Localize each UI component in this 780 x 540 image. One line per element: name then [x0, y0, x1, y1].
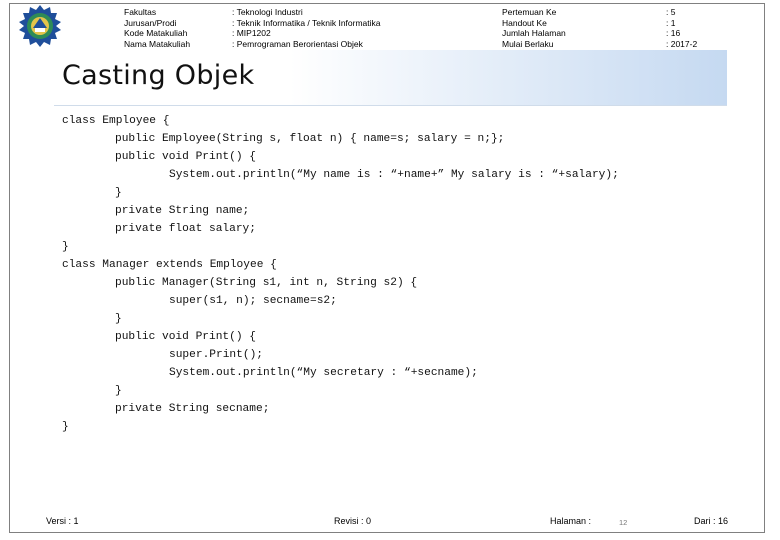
header-label-kode: Kode Matakuliah [124, 28, 188, 38]
header-value-mulai: : 2017-2 [666, 38, 698, 49]
code-line: private String secname; [115, 403, 270, 415]
code-line: } [62, 421, 69, 433]
code-line: super(s1, n); secname=s2; [169, 295, 337, 307]
header-label-pertemuan: Pertemuan Ke [502, 7, 557, 17]
footer-page-number: 12 [619, 518, 628, 527]
university-emblem-icon [19, 5, 61, 47]
code-line: } [115, 385, 122, 397]
slide-title-band: Casting Objek [54, 50, 727, 106]
code-line: private float salary; [115, 223, 256, 235]
code-line: public void Print() { [115, 331, 256, 343]
code-line: class Manager extends Employee { [62, 259, 277, 271]
code-line: class Employee { [62, 115, 170, 127]
header-right-values: : 5 : 1 : 16 : 2017-2 [666, 7, 697, 49]
footer-revisi: Revisi : 0 [334, 516, 372, 526]
header-left-values: : Teknologi Industri : Teknik Informatik… [232, 7, 381, 49]
header-value-nama: : Pemrograman Berorientasi Objek [232, 38, 363, 49]
code-block: class Employee { public Employee(String s… [62, 112, 619, 436]
header-left-labels: Fakultas Jurusan/Prodi Kode Matakuliah N… [124, 7, 190, 49]
header-label-mulai: Mulai Berlaku [502, 38, 554, 49]
code-line: System.out.println(“My secretary : “+sec… [169, 367, 478, 379]
footer-halaman: Halaman : [550, 516, 592, 526]
header-label-jumlah: Jumlah Halaman [502, 28, 566, 38]
code-line: private String name; [115, 205, 250, 217]
header-value-kode: : MIP1202 [232, 28, 271, 38]
header-label-nama: Nama Matakuliah [124, 38, 191, 49]
code-line: } [115, 313, 122, 325]
header-value-pertemuan: : 5 [666, 7, 676, 17]
code-line: public Employee(String s, float n) { nam… [115, 133, 505, 145]
header-value-handout: : 1 [666, 17, 676, 28]
code-line: System.out.println(“My name is : “+name+… [169, 169, 619, 181]
code-line: public void Print() { [115, 151, 256, 163]
header-right-labels: Pertemuan Ke Handout Ke Jumlah Halaman M… [502, 7, 566, 49]
code-line: } [115, 187, 122, 199]
code-line: super.Print(); [169, 349, 263, 361]
header-value-jurusan: : Teknik Informatika / Teknik Informatik… [232, 17, 381, 28]
header-label-handout: Handout Ke [502, 17, 547, 28]
header-label-fakultas: Fakultas [124, 7, 157, 17]
header-value-jumlah: : 16 [666, 28, 681, 38]
header-label-jurusan: Jurusan/Prodi [124, 17, 177, 28]
code-line: } [62, 241, 69, 253]
slide-title: Casting Objek [62, 60, 255, 91]
footer-dari: Dari : 16 [694, 516, 729, 526]
footer-versi: Versi : 1 [46, 516, 79, 526]
code-line: public Manager(String s1, int n, String … [115, 277, 418, 289]
header-value-fakultas: : Teknologi Industri [232, 7, 303, 17]
